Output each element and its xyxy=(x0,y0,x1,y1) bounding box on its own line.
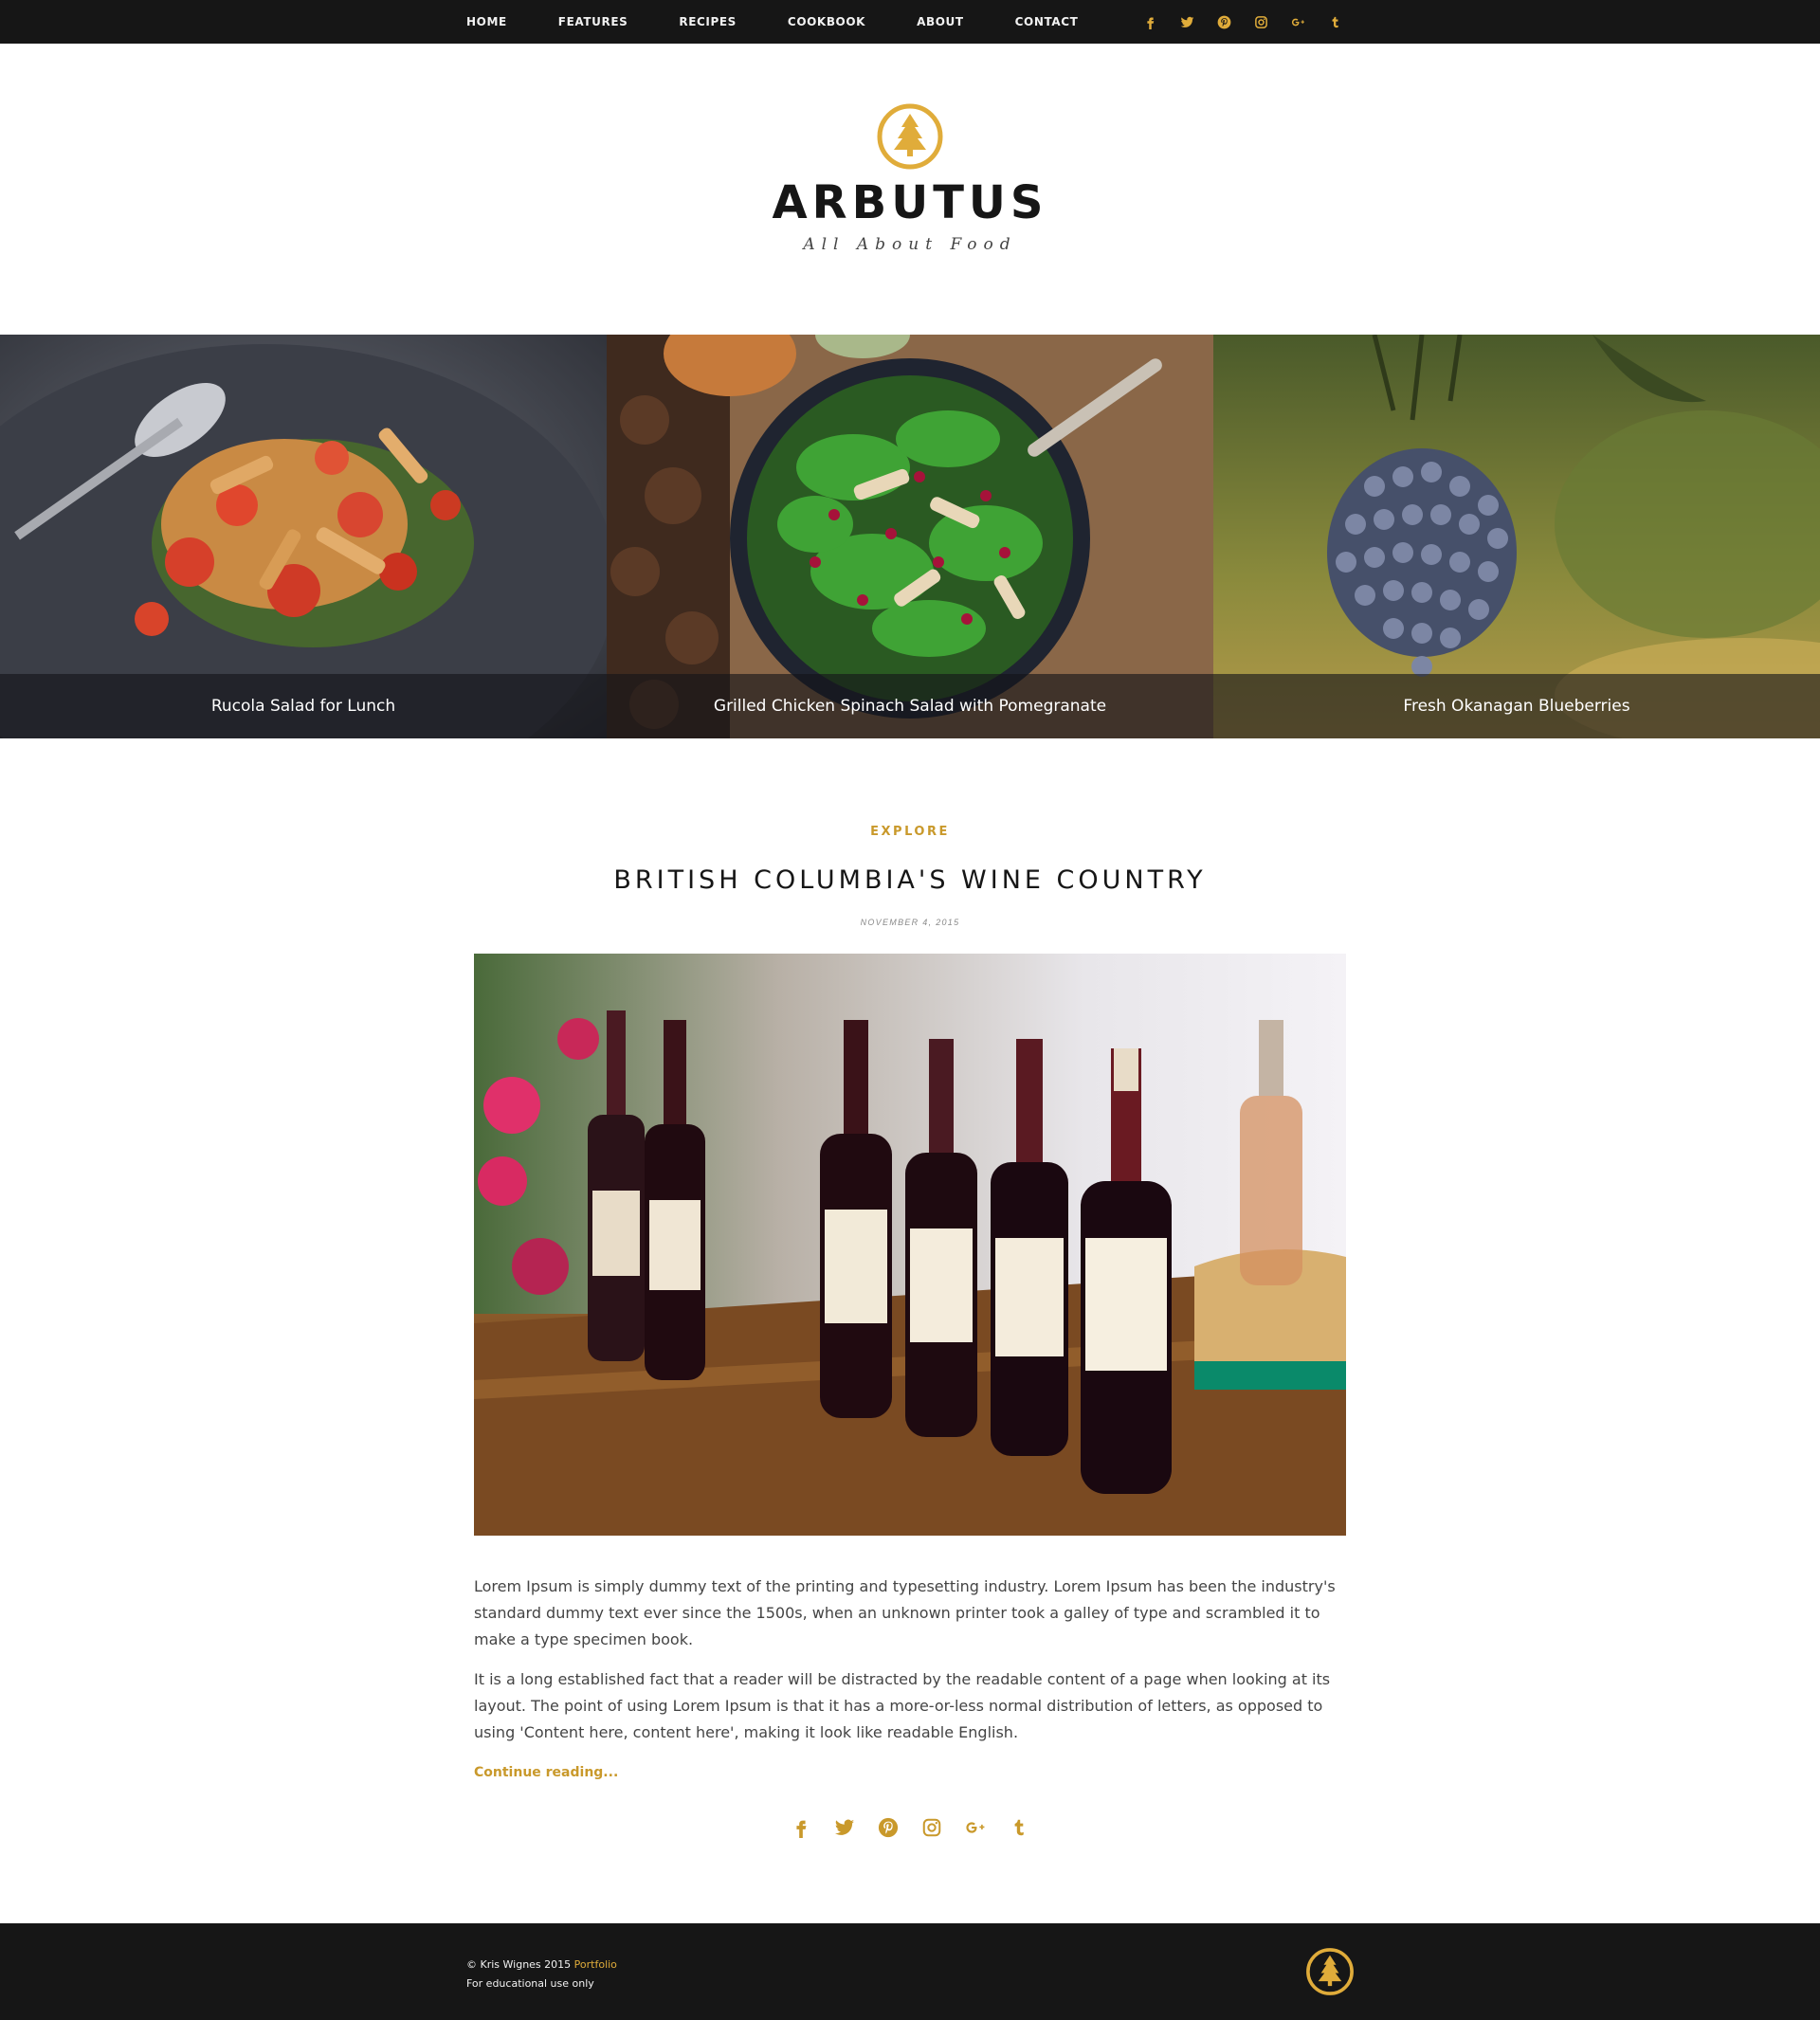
instagram-icon[interactable] xyxy=(919,1815,944,1840)
post-body: Lorem Ipsum is simply dummy text of the … xyxy=(474,1574,1346,1746)
post-date: NOVEMBER 4, 2015 xyxy=(860,918,960,927)
google-plus-icon[interactable] xyxy=(963,1815,988,1840)
footer-note: For educational use only xyxy=(466,1977,594,1990)
blog-post: EXPLORE BRITISH COLUMBIA'S WINE COUNTRY … xyxy=(474,825,1346,1840)
site-tagline: All About Food xyxy=(803,235,1017,254)
instagram-icon[interactable] xyxy=(1252,13,1269,30)
tree-icon[interactable] xyxy=(876,102,944,171)
nav-features[interactable]: FEATURES xyxy=(558,15,628,28)
site-title[interactable]: ARBUTUS xyxy=(0,174,1820,231)
portfolio-link[interactable]: Portfolio xyxy=(574,1958,617,1971)
featured-caption[interactable]: Grilled Chicken Spinach Salad with Pomeg… xyxy=(607,674,1213,738)
post-paragraph: Lorem Ipsum is simply dummy text of the … xyxy=(474,1577,1336,1648)
twitter-icon[interactable] xyxy=(1178,13,1195,30)
tumblr-icon[interactable] xyxy=(1326,13,1343,30)
nav-contact[interactable]: CONTACT xyxy=(1015,15,1079,28)
copyright-line: © Kris Wignes 2015 Portfolio xyxy=(466,1956,617,1975)
site-footer: © Kris Wignes 2015 Portfolio For educati… xyxy=(0,1923,1820,2020)
featured-caption[interactable]: Rucola Salad for Lunch xyxy=(0,674,607,738)
featured-caption[interactable]: Fresh Okanagan Blueberries xyxy=(1213,674,1820,738)
continue-reading-link[interactable]: Continue reading... xyxy=(474,1765,618,1780)
facebook-icon[interactable] xyxy=(789,1815,813,1840)
featured-posts: Rucola Salad for Lunch Grilled Chicken S… xyxy=(0,335,1820,738)
post-title[interactable]: BRITISH COLUMBIA'S WINE COUNTRY xyxy=(474,865,1346,895)
copyright-text: © Kris Wignes 2015 xyxy=(466,1958,572,1971)
featured-post-card[interactable]: Rucola Salad for Lunch xyxy=(0,335,607,738)
header-social-links xyxy=(1141,0,1363,44)
featured-post-card[interactable]: Grilled Chicken Spinach Salad with Pomeg… xyxy=(607,335,1213,738)
google-plus-icon[interactable] xyxy=(1289,13,1306,30)
post-image[interactable] xyxy=(474,954,1346,1536)
nav-cookbook[interactable]: COOKBOOK xyxy=(788,15,865,28)
twitter-icon[interactable] xyxy=(832,1815,857,1840)
main-menu: HOME FEATURES RECIPES COOKBOOK ABOUT CON… xyxy=(466,0,1129,44)
nav-about[interactable]: ABOUT xyxy=(917,15,964,28)
site-branding: ARBUTUS All About Food xyxy=(0,102,1820,254)
footer-credits: © Kris Wignes 2015 Portfolio For educati… xyxy=(466,1956,617,1993)
top-navigation-bar: HOME FEATURES RECIPES COOKBOOK ABOUT CON… xyxy=(0,0,1820,44)
tree-icon[interactable] xyxy=(1305,1947,1355,1996)
post-category[interactable]: EXPLORE xyxy=(474,825,1346,839)
pinterest-icon[interactable] xyxy=(1215,13,1232,30)
pinterest-icon[interactable] xyxy=(876,1815,901,1840)
facebook-icon[interactable] xyxy=(1141,13,1158,30)
nav-recipes[interactable]: RECIPES xyxy=(679,15,737,28)
featured-post-card[interactable]: Fresh Okanagan Blueberries xyxy=(1213,335,1820,738)
post-share-links xyxy=(474,1815,1346,1840)
tumblr-icon[interactable] xyxy=(1007,1815,1031,1840)
post-paragraph: It is a long established fact that a rea… xyxy=(474,1670,1331,1741)
nav-home[interactable]: HOME xyxy=(466,15,507,28)
wine-bottles-image xyxy=(474,954,1346,1536)
